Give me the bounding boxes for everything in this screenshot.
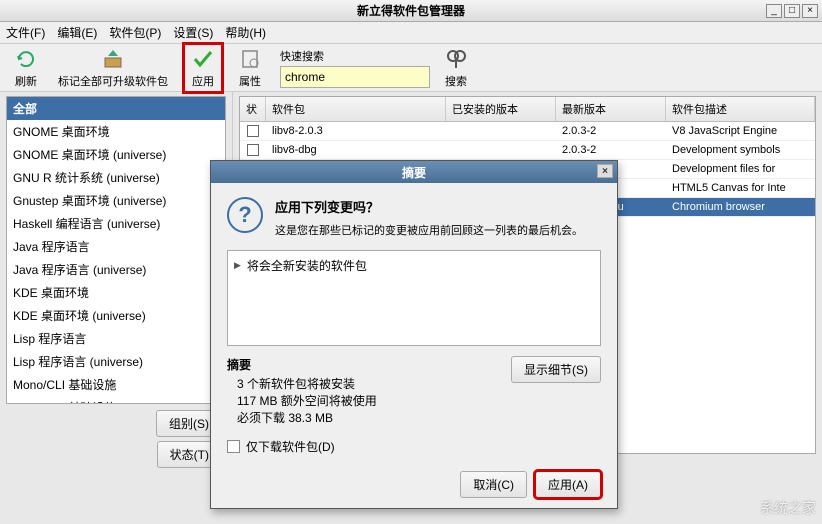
mark-upgrades-label: 标记全部可升级软件包 (58, 73, 168, 89)
dialog-title: 摘要 (402, 164, 426, 181)
category-item[interactable]: Lisp 程序语言 (7, 327, 225, 350)
category-item[interactable]: GNOME 桌面环境 (universe) (7, 143, 225, 166)
mark-upgrades-button[interactable]: 标记全部可升级软件包 (52, 45, 174, 91)
cancel-button[interactable]: 取消(C) (460, 471, 527, 498)
cell-installed (446, 122, 556, 140)
download-only-row[interactable]: 仅下载软件包(D) (227, 438, 601, 455)
refresh-label: 刷新 (15, 73, 37, 89)
search-input[interactable] (280, 66, 430, 88)
show-details-button[interactable]: 显示细节(S) (511, 356, 601, 383)
summary-line: 3 个新软件包将被安装 (237, 375, 377, 392)
cell-desc: V8 JavaScript Engine (666, 122, 815, 140)
category-item[interactable]: GNU R 统计系统 (universe) (7, 166, 225, 189)
changes-list[interactable]: ▶ 将会全新安装的软件包 (227, 250, 601, 346)
cell-desc: HTML5 Canvas for Inte (666, 179, 815, 197)
menu-bar: 文件(F) 编辑(E) 软件包(P) 设置(S) 帮助(H) (0, 22, 822, 44)
category-item[interactable]: Lisp 程序语言 (universe) (7, 350, 225, 373)
summary-label: 摘要 (227, 356, 377, 373)
cell-installed (446, 141, 556, 159)
cell-package: libv8-2.0.3 (266, 122, 446, 140)
changes-row[interactable]: ▶ 将会全新安装的软件包 (232, 255, 596, 276)
summary-line: 117 MB 额外空间将被使用 (237, 392, 377, 409)
window-title: 新立得软件包管理器 (357, 2, 465, 19)
menu-settings[interactable]: 设置(S) (173, 24, 213, 41)
dialog-description: 这是您在那些已标记的变更被应用前回顾这一列表的最后机会。 (275, 222, 583, 238)
col-desc[interactable]: 软件包描述 (666, 97, 815, 121)
properties-button[interactable]: 属性 (232, 45, 268, 91)
category-item[interactable]: 全部 (7, 97, 225, 120)
summary-text: 摘要 3 个新软件包将被安装 117 MB 额外空间将被使用 必须下载 38.3… (227, 356, 377, 426)
dialog-close-button[interactable]: × (597, 164, 613, 178)
quick-search-label: 快速搜索 (280, 48, 430, 64)
category-item[interactable]: Mono/CLI 基础设施 (7, 373, 225, 396)
upgrade-icon (101, 47, 125, 71)
search-label: 搜索 (445, 73, 467, 89)
pkg-checkbox[interactable] (247, 125, 259, 137)
cell-package: libv8-dbg (266, 141, 446, 159)
refresh-icon (14, 47, 38, 71)
summary-line: 必须下载 38.3 MB (237, 409, 377, 426)
changes-header: 将会全新安装的软件包 (247, 257, 367, 274)
refresh-button[interactable]: 刷新 (8, 45, 44, 91)
watermark: 系统之家 (760, 498, 816, 518)
dialog-apply-button[interactable]: 应用(A) (535, 471, 601, 498)
toolbar: 刷新 标记全部可升级软件包 应用 属性 快速搜索 搜索 (0, 44, 822, 92)
cell-latest: 2.0.3-2 (556, 141, 666, 159)
category-item[interactable]: Java 程序语言 (universe) (7, 258, 225, 281)
apply-label: 应用 (192, 73, 214, 89)
sidebar: 全部GNOME 桌面环境GNOME 桌面环境 (universe)GNU R 统… (0, 92, 233, 472)
download-only-label: 仅下载软件包(D) (246, 438, 335, 455)
pkg-checkbox[interactable] (247, 144, 259, 156)
cell-desc: Development files for (666, 160, 815, 178)
question-icon: ? (227, 197, 263, 233)
cell-desc: Development symbols (666, 141, 815, 159)
cell-latest: 2.0.3-2 (556, 122, 666, 140)
expand-icon[interactable]: ▶ (234, 260, 241, 271)
col-installed[interactable]: 已安装的版本 (446, 97, 556, 121)
category-item[interactable]: KDE 桌面环境 (7, 281, 225, 304)
menu-edit[interactable]: 编辑(E) (57, 24, 97, 41)
download-only-checkbox[interactable] (227, 440, 240, 453)
minimize-button[interactable]: _ (766, 4, 782, 18)
window-titlebar: 新立得软件包管理器 _ □ × (0, 0, 822, 22)
table-row[interactable]: libv8-2.0.3 2.0.3-2V8 JavaScript Engine (240, 122, 815, 141)
category-list[interactable]: 全部GNOME 桌面环境GNOME 桌面环境 (universe)GNU R 统… (6, 96, 226, 404)
quick-search: 快速搜索 (280, 48, 430, 88)
properties-icon (238, 47, 262, 71)
menu-help[interactable]: 帮助(H) (225, 24, 266, 41)
search-icon (444, 47, 468, 71)
dialog-titlebar: 摘要 × (211, 161, 617, 183)
apply-button[interactable]: 应用 (182, 42, 224, 94)
maximize-button[interactable]: □ (784, 4, 800, 18)
category-item[interactable]: KDE 桌面环境 (universe) (7, 304, 225, 327)
window-controls: _ □ × (766, 4, 818, 18)
close-button[interactable]: × (802, 4, 818, 18)
category-item[interactable]: Gnustep 桌面环境 (universe) (7, 189, 225, 212)
search-button[interactable]: 搜索 (438, 45, 474, 91)
check-icon (191, 47, 215, 71)
properties-label: 属性 (239, 73, 261, 89)
col-state[interactable]: 状 (240, 97, 266, 121)
menu-package[interactable]: 软件包(P) (109, 24, 161, 41)
category-item[interactable]: Java 程序语言 (7, 235, 225, 258)
col-package[interactable]: 软件包 (266, 97, 446, 121)
category-item[interactable]: Haskell 编程语言 (universe) (7, 212, 225, 235)
category-item[interactable]: Mono/CLI 基础设施 (universe) (7, 396, 225, 404)
table-row[interactable]: libv8-dbg 2.0.3-2Development symbols (240, 141, 815, 160)
cell-desc: Chromium browser (666, 198, 815, 216)
menu-file[interactable]: 文件(F) (6, 24, 45, 41)
dialog-heading: 应用下列变更吗？ (275, 197, 583, 216)
summary-dialog: 摘要 × ? 应用下列变更吗？ 这是您在那些已标记的变更被应用前回顾这一列表的最… (210, 160, 618, 509)
category-item[interactable]: GNOME 桌面环境 (7, 120, 225, 143)
col-latest[interactable]: 最新版本 (556, 97, 666, 121)
table-header: 状 软件包 已安装的版本 最新版本 软件包描述 (240, 97, 815, 122)
